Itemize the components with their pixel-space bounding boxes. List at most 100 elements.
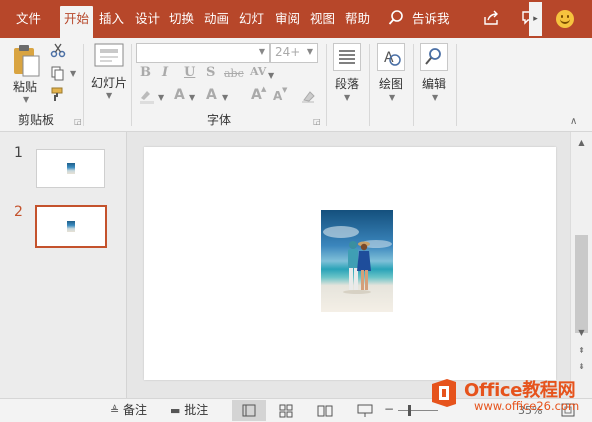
paragraph-button[interactable]: 段落 bbox=[335, 75, 359, 92]
copy-icon[interactable] bbox=[50, 65, 66, 84]
paste-icon[interactable] bbox=[11, 44, 41, 81]
tab-transitions[interactable]: 切换 bbox=[169, 8, 194, 32]
group-divider bbox=[83, 44, 84, 126]
cut-icon[interactable] bbox=[50, 42, 66, 61]
paste-dropdown-icon[interactable]: ▼ bbox=[23, 95, 29, 104]
notes-button[interactable]: ≜ 备注 bbox=[110, 402, 147, 419]
editing-button[interactable]: 编辑 bbox=[422, 75, 446, 92]
reading-view-icon[interactable] bbox=[317, 404, 333, 421]
clear-formatting-icon[interactable] bbox=[300, 88, 316, 107]
notes-label: 备注 bbox=[123, 403, 148, 417]
vertical-scrollbar[interactable]: ▲ ▼ ⇞ ⇟ bbox=[570, 132, 592, 398]
strikethrough-button[interactable]: abc bbox=[224, 67, 244, 80]
group-divider bbox=[456, 44, 457, 126]
editing-dropdown-icon[interactable]: ▼ bbox=[432, 93, 438, 102]
tab-design[interactable]: 设计 bbox=[135, 8, 160, 32]
tab-insert[interactable]: 插入 bbox=[99, 8, 124, 32]
normal-view-button[interactable] bbox=[232, 400, 266, 421]
slide-thumbnail-2[interactable] bbox=[35, 205, 107, 248]
share-icon[interactable] bbox=[482, 9, 500, 32]
font-size-field[interactable]: 24+ ▼ bbox=[270, 43, 318, 63]
underline-button[interactable]: U bbox=[184, 65, 195, 80]
slide-thumbnail-1[interactable] bbox=[36, 149, 105, 188]
tell-me-box[interactable]: 告诉我 bbox=[412, 8, 450, 30]
slide-canvas[interactable] bbox=[144, 147, 556, 380]
paste-button[interactable]: 粘贴 bbox=[13, 78, 37, 95]
shrink-font-button[interactable]: A bbox=[273, 89, 282, 103]
clipboard-launcher-icon[interactable]: ◲ bbox=[74, 117, 82, 126]
font-size-dropdown-icon[interactable]: ▼ bbox=[307, 47, 313, 56]
tab-animations[interactable]: 动画 bbox=[204, 8, 229, 32]
text-highlight-icon[interactable] bbox=[138, 88, 156, 107]
ribbon-tab-bar: 文件 开始 插入 设计 切换 动画 幻灯 审阅 视图 帮助 告诉我 ▸ bbox=[0, 0, 592, 38]
highlight-dropdown-icon[interactable]: ▼ bbox=[158, 93, 164, 102]
previous-slide-icon[interactable]: ⇞ bbox=[575, 344, 588, 357]
slide-thumbnail-pane: 1 2 bbox=[0, 132, 127, 398]
font-group-label: 字体 bbox=[207, 113, 232, 127]
zoom-out-icon[interactable]: − bbox=[384, 401, 394, 417]
change-case-dropdown-icon[interactable]: ▼ bbox=[222, 93, 228, 102]
group-divider bbox=[369, 44, 370, 126]
comments-label: 批注 bbox=[184, 403, 209, 417]
scrollbar-thumb[interactable] bbox=[575, 235, 588, 333]
spacing-dropdown-icon[interactable]: ▼ bbox=[268, 71, 274, 80]
drawing-button[interactable]: 绘图 bbox=[379, 75, 403, 92]
change-case-button[interactable]: A bbox=[206, 87, 217, 103]
slideshow-icon[interactable] bbox=[357, 404, 373, 421]
tab-review[interactable]: 审阅 bbox=[275, 8, 300, 32]
office-logo-icon bbox=[432, 379, 456, 407]
font-name-field[interactable]: ▼ bbox=[136, 43, 270, 63]
font-color-dropdown-icon[interactable]: ▼ bbox=[189, 93, 195, 102]
font-size-value: 24+ bbox=[275, 45, 301, 59]
font-name-dropdown-icon[interactable]: ▼ bbox=[259, 47, 265, 56]
comment-bubble-icon: ▬ bbox=[170, 404, 181, 417]
drawing-dropdown-icon[interactable]: ▼ bbox=[389, 93, 395, 102]
new-slide-dropdown-icon[interactable]: ▼ bbox=[106, 91, 112, 100]
font-launcher-icon[interactable]: ◲ bbox=[313, 117, 321, 126]
paragraph-dropdown-icon[interactable]: ▼ bbox=[344, 93, 350, 102]
slide-editing-pane bbox=[127, 132, 570, 398]
copy-dropdown-icon[interactable]: ▼ bbox=[70, 69, 76, 78]
smiley-icon[interactable] bbox=[556, 10, 574, 28]
shapes-icon[interactable]: A bbox=[377, 43, 405, 74]
format-painter-icon[interactable] bbox=[50, 86, 66, 105]
collapse-ribbon-icon[interactable]: ∧ bbox=[570, 116, 577, 127]
group-divider bbox=[413, 44, 414, 126]
italic-button[interactable]: I bbox=[162, 65, 168, 80]
normal-view-icon bbox=[242, 404, 256, 417]
scroll-up-icon[interactable]: ▲ bbox=[575, 136, 588, 149]
beach-couple-photo[interactable] bbox=[321, 210, 393, 312]
paragraph-icon[interactable] bbox=[333, 43, 361, 74]
smiley-mouth bbox=[560, 18, 570, 24]
tab-slideshow[interactable]: 幻灯 bbox=[239, 8, 264, 32]
new-slide-button[interactable]: 幻灯片 bbox=[91, 74, 127, 91]
clipboard-group-label: 剪贴板 bbox=[18, 113, 55, 127]
group-divider bbox=[131, 44, 132, 126]
tab-home[interactable]: 开始 bbox=[60, 6, 94, 38]
tab-file[interactable]: 文件 bbox=[16, 8, 41, 32]
slide-sorter-icon[interactable] bbox=[279, 404, 293, 421]
bold-button[interactable]: B bbox=[140, 65, 151, 80]
tab-help[interactable]: 帮助 bbox=[345, 8, 370, 32]
character-spacing-button[interactable]: AV bbox=[250, 65, 266, 78]
ribbon-home: 粘贴 ▼ ▼ 剪贴板 ◲ 幻灯片 ▼ ▼ 24+ ▼ B I U S abc A… bbox=[0, 38, 592, 132]
text-shadow-button[interactable]: S bbox=[206, 65, 215, 80]
grow-font-caret-icon: ▲ bbox=[261, 85, 267, 93]
tab-view[interactable]: 视图 bbox=[310, 8, 335, 32]
lightbulb-search-icon[interactable] bbox=[388, 9, 404, 32]
chevron-right-icon[interactable]: ▸ bbox=[529, 2, 542, 36]
watermark-url: www.office26.com bbox=[474, 399, 580, 413]
font-color-button[interactable]: A bbox=[174, 87, 185, 103]
notes-icon: ≜ bbox=[110, 404, 120, 417]
shrink-font-caret-icon: ▼ bbox=[282, 86, 288, 94]
group-divider bbox=[326, 44, 327, 126]
thumbnail-photo bbox=[67, 163, 75, 174]
slide-number: 1 bbox=[14, 145, 23, 161]
zoom-slider-handle[interactable] bbox=[408, 405, 411, 416]
slide-number: 2 bbox=[14, 204, 23, 220]
new-slide-icon[interactable] bbox=[94, 43, 124, 72]
comments-button[interactable]: ▬ 批注 bbox=[170, 402, 208, 419]
find-icon[interactable] bbox=[420, 43, 448, 74]
next-slide-icon[interactable]: ⇟ bbox=[575, 360, 588, 373]
scroll-down-icon[interactable]: ▼ bbox=[575, 326, 588, 339]
